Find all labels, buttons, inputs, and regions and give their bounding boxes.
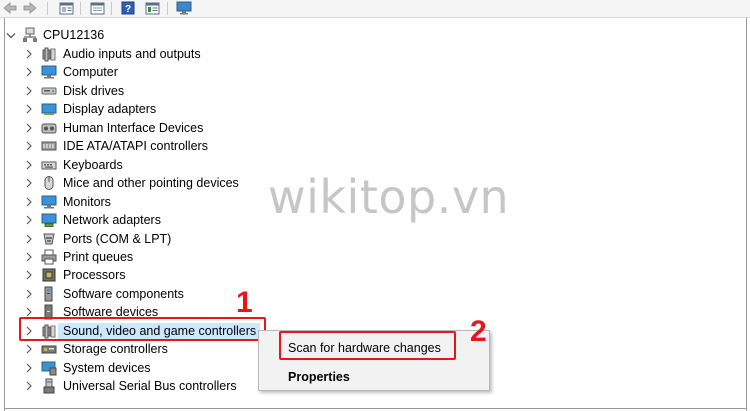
chevron-right-icon[interactable] bbox=[24, 215, 34, 225]
tree-item[interactable]: Keyboards bbox=[0, 156, 280, 175]
tree-item-label: System devices bbox=[63, 360, 151, 375]
tree-item-label: Display adapters bbox=[63, 102, 157, 117]
tree-item[interactable]: Human Interface Devices bbox=[0, 119, 280, 138]
tree-item[interactable]: Print queues bbox=[0, 248, 280, 267]
computer-network-icon bbox=[22, 27, 38, 43]
tree-item-label: Processors bbox=[63, 268, 126, 283]
monitor-icon[interactable] bbox=[175, 0, 193, 16]
tree-item-label: Audio inputs and outputs bbox=[63, 47, 201, 61]
display-adapter-icon bbox=[41, 101, 57, 117]
forward-icon[interactable] bbox=[21, 0, 39, 16]
tree-item-label: Human Interface Devices bbox=[63, 120, 204, 135]
toolbar-separator bbox=[47, 2, 48, 15]
tree-item[interactable]: Mice and other pointing devices bbox=[0, 174, 280, 193]
tree-item-label: Monitors bbox=[63, 194, 111, 209]
tree-item[interactable]: Display adapters bbox=[0, 100, 280, 119]
svg-text:?: ? bbox=[125, 4, 131, 15]
tree-item-label: Ports (COM & LPT) bbox=[63, 231, 172, 246]
usb-icon bbox=[41, 378, 57, 394]
chevron-right-icon[interactable] bbox=[24, 141, 34, 151]
toolbar-separator bbox=[111, 2, 112, 15]
monitor-icon bbox=[41, 64, 57, 80]
chevron-right-icon[interactable] bbox=[24, 363, 34, 373]
tree-item[interactable]: Universal Serial Bus controllers bbox=[0, 377, 280, 396]
tree-item[interactable]: Network adapters bbox=[0, 211, 280, 230]
tree-item-label: Computer bbox=[63, 65, 118, 80]
chevron-right-icon[interactable] bbox=[24, 123, 34, 133]
software-component-icon bbox=[41, 286, 57, 302]
tree-item[interactable]: Disk drives bbox=[0, 82, 280, 101]
menu-item-properties[interactable]: Properties bbox=[259, 366, 489, 388]
chevron-right-icon[interactable] bbox=[24, 86, 34, 96]
monitor-icon bbox=[41, 194, 57, 210]
tree-item-label: Print queues bbox=[63, 249, 134, 264]
watermark: wikitop.vn bbox=[268, 170, 510, 224]
chevron-right-icon[interactable] bbox=[24, 197, 34, 207]
tree-item[interactable]: IDE ATA/ATAPI controllers bbox=[0, 137, 280, 156]
network-adapter-icon bbox=[41, 212, 57, 228]
chevron-right-icon[interactable] bbox=[24, 49, 34, 59]
printer-icon bbox=[41, 249, 57, 265]
callout-number-1: 1 bbox=[236, 286, 253, 319]
callout-highlight-2 bbox=[279, 331, 456, 360]
port-icon bbox=[41, 231, 57, 247]
view-icon[interactable] bbox=[143, 0, 161, 16]
tree-item[interactable]: System devices bbox=[0, 359, 280, 378]
window-border bbox=[4, 408, 747, 409]
chevron-right-icon[interactable] bbox=[24, 178, 34, 188]
properties-icon[interactable] bbox=[57, 0, 75, 16]
disk-drive-icon bbox=[41, 83, 57, 99]
tree-item-label: Universal Serial Bus controllers bbox=[63, 379, 237, 394]
chevron-right-icon[interactable] bbox=[24, 289, 34, 299]
callout-number-2: 2 bbox=[470, 315, 487, 348]
ide-controller-icon bbox=[41, 138, 57, 154]
back-icon[interactable] bbox=[1, 0, 19, 16]
window-border bbox=[746, 18, 747, 411]
tree-item-label: Disk drives bbox=[63, 83, 125, 98]
storage-controller-icon bbox=[41, 341, 57, 357]
chevron-right-icon[interactable] bbox=[24, 234, 34, 244]
toolbar: ? bbox=[0, 0, 750, 18]
chevron-right-icon[interactable] bbox=[24, 252, 34, 262]
tree-item-label: Storage controllers bbox=[63, 342, 168, 357]
chevron-right-icon[interactable] bbox=[24, 67, 34, 77]
tree-item[interactable]: Monitors bbox=[0, 193, 280, 212]
tree-item[interactable]: Processors bbox=[0, 266, 280, 285]
tree-item[interactable]: Computer bbox=[0, 63, 280, 82]
hid-icon bbox=[41, 120, 57, 136]
tree-item[interactable]: Ports (COM & LPT) bbox=[0, 230, 280, 249]
show-hide-icon[interactable] bbox=[88, 0, 106, 16]
tree-item[interactable]: Audio inputs and outputs bbox=[0, 45, 280, 64]
toolbar-separator bbox=[80, 2, 81, 15]
tree-root-label: CPU12136 bbox=[43, 28, 105, 42]
system-device-icon bbox=[41, 360, 57, 376]
tree-root[interactable]: CPU12136 bbox=[0, 26, 280, 45]
help-icon[interactable]: ? bbox=[119, 0, 137, 16]
chevron-right-icon[interactable] bbox=[24, 160, 34, 170]
speaker-icon bbox=[41, 46, 57, 62]
processor-icon bbox=[41, 267, 57, 283]
mouse-icon bbox=[41, 175, 57, 191]
tree-item-label: Network adapters bbox=[63, 213, 161, 228]
chevron-right-icon[interactable] bbox=[24, 104, 34, 114]
chevron-right-icon[interactable] bbox=[24, 307, 34, 317]
chevron-right-icon[interactable] bbox=[24, 381, 34, 391]
toolbar-separator bbox=[167, 2, 168, 15]
callout-highlight-1 bbox=[19, 317, 266, 341]
chevron-right-icon[interactable] bbox=[24, 344, 34, 354]
tree-item-label: Keyboards bbox=[63, 157, 123, 172]
tree-item-label: Software components bbox=[63, 286, 184, 301]
chevron-down-icon[interactable] bbox=[6, 31, 16, 41]
tree-item-label: Mice and other pointing devices bbox=[63, 176, 239, 191]
keyboard-icon bbox=[41, 157, 57, 173]
tree-item-label: IDE ATA/ATAPI controllers bbox=[63, 139, 208, 154]
chevron-right-icon[interactable] bbox=[24, 270, 34, 280]
tree-item[interactable]: Storage controllers bbox=[0, 340, 280, 359]
